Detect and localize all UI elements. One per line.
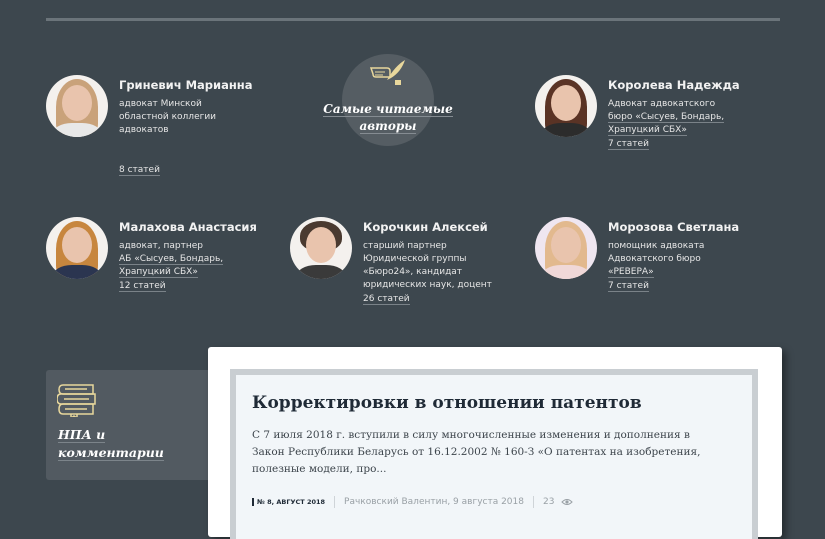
author-description: старший партнер Юридической группы «Бюро… xyxy=(363,240,533,292)
article-count-link[interactable]: 26 статей xyxy=(363,294,410,305)
author-name[interactable]: Малахова Анастасия xyxy=(119,220,289,234)
meta-divider xyxy=(533,496,534,508)
top-divider xyxy=(46,18,780,21)
bureau-link[interactable]: «РЕВЕРА» xyxy=(608,267,654,278)
desc-line[interactable]: Храпуцкий СБХ» xyxy=(119,266,289,279)
desc-line: «Бюро24», кандидат xyxy=(363,267,463,277)
npa-title-line[interactable]: НПА и xyxy=(58,427,106,443)
avatar[interactable] xyxy=(46,217,108,279)
bureau-link[interactable]: Храпуцкий СБХ» xyxy=(608,125,687,136)
article-count-link[interactable]: 7 статей xyxy=(608,139,649,150)
section-title-line[interactable]: авторы xyxy=(359,119,417,134)
article-frame: Корректировки в отношении патентов С 7 и… xyxy=(230,369,758,539)
meta-divider xyxy=(334,496,336,508)
avatar[interactable] xyxy=(535,217,597,279)
npa-title-line[interactable]: комментарии xyxy=(58,445,164,461)
author-description: адвокат, партнер АБ «Сысуев, Бондарь, Хр… xyxy=(119,240,289,279)
avatar[interactable] xyxy=(535,75,597,137)
author-name[interactable]: Морозова Светлана xyxy=(608,220,778,234)
article-title[interactable]: Корректировки в отношении патентов xyxy=(252,393,642,413)
author-name[interactable]: Корочкин Алексей xyxy=(363,220,533,234)
eye-icon xyxy=(561,499,574,505)
author-name[interactable]: Гриневич Марианна xyxy=(119,78,289,92)
desc-line: Адвокатского бюро xyxy=(608,254,701,264)
avatar[interactable] xyxy=(290,217,352,279)
article-count-link[interactable]: 7 статей xyxy=(608,281,649,292)
npa-category-box[interactable]: НПА и комментарии xyxy=(46,370,216,480)
quill-scroll-icon xyxy=(369,60,405,85)
desc-line: адвокат, партнер xyxy=(119,241,203,251)
desc-line: Юридической группы xyxy=(363,254,467,264)
article-meta: № 8, АВГУСТ 2018 Рачковский Валентин, 9 … xyxy=(252,496,574,508)
desc-line: областной коллегии xyxy=(119,112,217,122)
desc-line[interactable]: бюро «Сысуев, Бондарь, xyxy=(608,111,778,124)
desc-line[interactable]: «РЕВЕРА» xyxy=(608,266,778,279)
issue-label[interactable]: № 8, АВГУСТ 2018 xyxy=(252,498,325,506)
author-description: адвокат Минской областной коллегии адвок… xyxy=(119,98,289,137)
author-name[interactable]: Королева Надежда xyxy=(608,78,778,92)
desc-line: адвокат Минской xyxy=(119,99,202,109)
bureau-link[interactable]: Храпуцкий СБХ» xyxy=(119,267,198,278)
author-description: помощник адвоката Адвокатского бюро «РЕВ… xyxy=(608,240,778,279)
section-title[interactable]: Самые читаемые авторы xyxy=(318,101,458,135)
bureau-link[interactable]: бюро «Сысуев, Бондарь, xyxy=(608,112,725,123)
article-card: Корректировки в отношении патентов С 7 и… xyxy=(208,347,782,539)
books-icon xyxy=(57,384,96,417)
byline: Рачковский Валентин, 9 августа 2018 xyxy=(344,497,524,507)
view-count: 23 xyxy=(543,497,555,507)
article-count-link[interactable]: 8 статей xyxy=(119,165,160,176)
author-description: Адвокат адвокатского бюро «Сысуев, Бонда… xyxy=(608,98,778,137)
desc-line: Адвокат адвокатского xyxy=(608,99,716,109)
bureau-link[interactable]: АБ «Сысуев, Бондарь, xyxy=(119,254,224,265)
desc-line[interactable]: АБ «Сысуев, Бондарь, xyxy=(119,253,289,266)
article-count-link[interactable]: 12 статей xyxy=(119,281,166,292)
section-title-line[interactable]: Самые читаемые xyxy=(323,102,453,117)
desc-line[interactable]: Храпуцкий СБХ» xyxy=(608,124,778,137)
desc-line: помощник адвоката xyxy=(608,241,705,251)
desc-line: юридических наук, доцент xyxy=(363,280,492,290)
avatar[interactable] xyxy=(46,75,108,137)
desc-line: адвокатов xyxy=(119,125,169,135)
article-excerpt: С 7 июля 2018 г. вступили в силу многочи… xyxy=(252,429,701,475)
desc-line: старший партнер xyxy=(363,241,447,251)
